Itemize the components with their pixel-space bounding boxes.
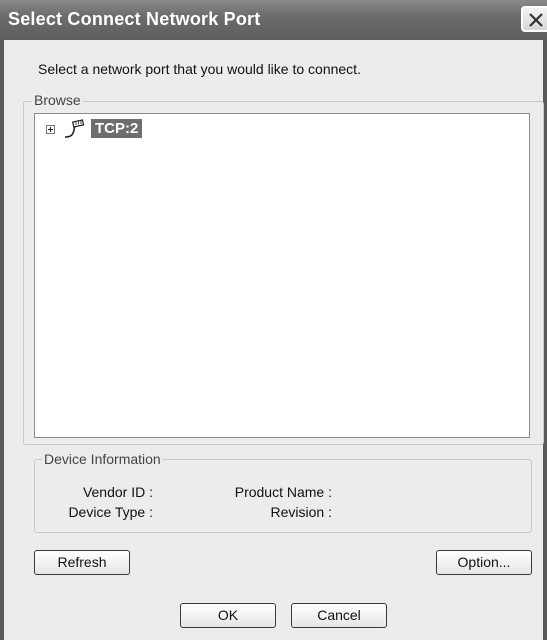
device-type-label: Device Type : [68, 504, 153, 520]
product-name-label: Product Name : [234, 484, 332, 500]
vendor-id-label: Vendor ID : [82, 484, 153, 500]
refresh-button[interactable]: Refresh [34, 550, 130, 575]
close-button[interactable] [521, 6, 547, 32]
network-cable-icon [63, 119, 87, 144]
close-icon [529, 13, 543, 27]
window-title: Select Connect Network Port [8, 9, 261, 29]
expand-plus-icon[interactable] [46, 125, 55, 134]
browse-legend: Browse [32, 92, 83, 108]
instruction-text: Select a network port that you would lik… [38, 61, 361, 77]
revision-label: Revision : [270, 504, 332, 520]
port-tree-view[interactable]: TCP:2 [34, 113, 530, 438]
tree-node-label[interactable]: TCP:2 [91, 119, 143, 138]
title-bar[interactable]: Select Connect Network Port [0, 0, 547, 40]
device-info-legend: Device Information [42, 451, 163, 467]
ok-button[interactable]: OK [180, 603, 276, 628]
option-button[interactable]: Option... [436, 550, 532, 575]
cancel-button[interactable]: Cancel [291, 603, 387, 628]
